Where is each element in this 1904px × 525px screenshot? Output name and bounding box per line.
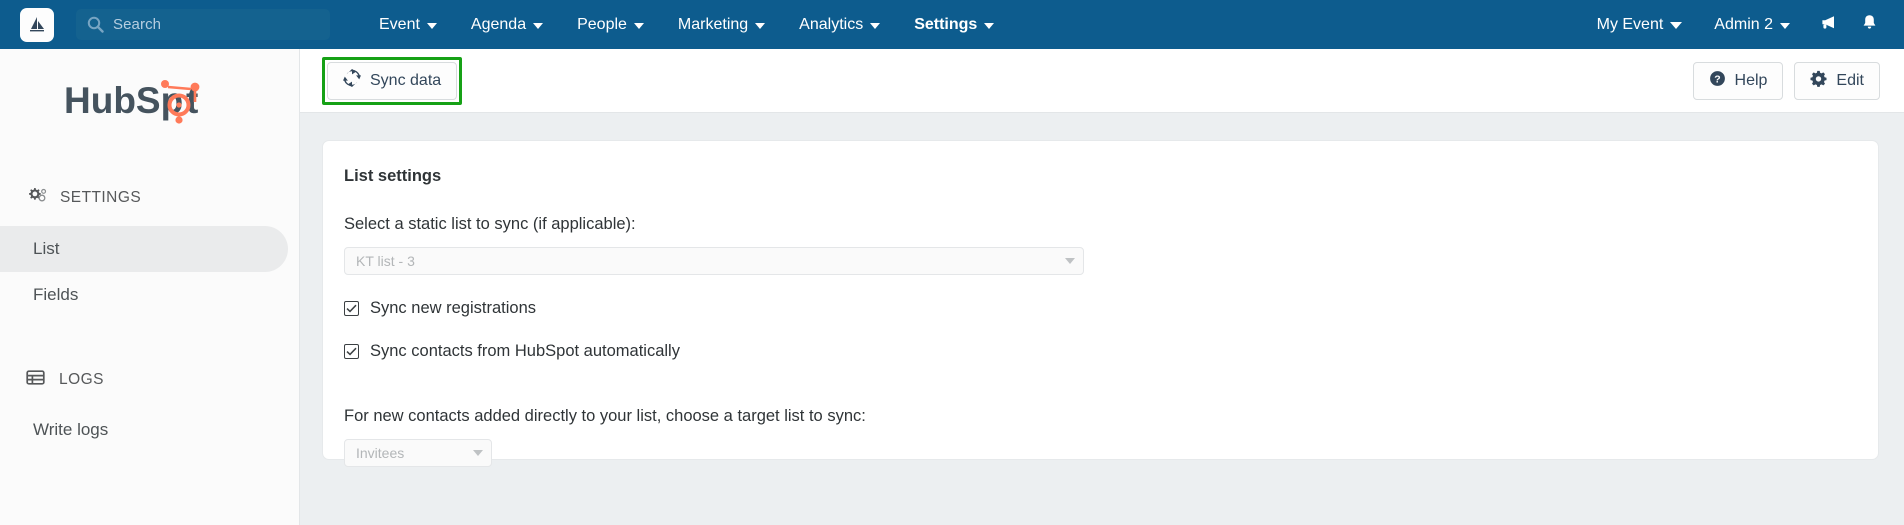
sidebar: HubSp t SETTINGS List Fields LOGS Write … bbox=[0, 49, 300, 525]
question-circle-icon: ? bbox=[1709, 70, 1726, 92]
sync-new-registrations-checkbox[interactable] bbox=[344, 301, 359, 316]
edit-button[interactable]: Edit bbox=[1794, 61, 1880, 100]
hubspot-logo: HubSp t bbox=[64, 80, 299, 131]
main-menu: Event Agenda People Marketing Analytics … bbox=[362, 0, 1011, 49]
event-switcher-menu[interactable]: My Event bbox=[1581, 0, 1699, 49]
bell-icon bbox=[1861, 13, 1878, 36]
static-list-select[interactable]: KT list - 3 bbox=[344, 247, 1084, 275]
nav-item-settings[interactable]: Settings bbox=[897, 0, 1011, 49]
nav-item-event[interactable]: Event bbox=[362, 0, 454, 49]
search-icon bbox=[87, 16, 104, 33]
nav-item-label: Event bbox=[379, 15, 420, 33]
search-input[interactable]: Search bbox=[76, 9, 330, 40]
chevron-down-icon bbox=[984, 22, 995, 29]
sidebar-item-label: List bbox=[33, 239, 60, 258]
toolbar-actions: ? Help Edit bbox=[1692, 61, 1880, 100]
nav-item-marketing[interactable]: Marketing bbox=[661, 0, 782, 49]
chevron-down-icon bbox=[1065, 258, 1075, 264]
check-icon bbox=[346, 299, 357, 318]
sidebar-section-label: LOGS bbox=[59, 371, 104, 388]
gear-icon bbox=[26, 186, 47, 210]
table-icon bbox=[26, 369, 46, 391]
nav-item-agenda[interactable]: Agenda bbox=[454, 0, 560, 49]
static-list-label: Select a static list to sync (if applica… bbox=[344, 215, 636, 233]
help-button[interactable]: ? Help bbox=[1692, 61, 1784, 100]
announcements-button[interactable] bbox=[1806, 0, 1848, 49]
nav-item-label: Settings bbox=[914, 15, 978, 33]
sync-data-button[interactable]: Sync data bbox=[327, 61, 458, 100]
user-account-menu[interactable]: Admin 2 bbox=[1698, 0, 1806, 49]
nav-item-label: People bbox=[577, 15, 627, 33]
sidebar-section-logs: LOGS bbox=[26, 369, 299, 391]
chevron-down-icon bbox=[755, 22, 766, 29]
sync-auto-label: Sync contacts from HubSpot automatically bbox=[370, 342, 680, 360]
app-logo-icon[interactable] bbox=[20, 7, 54, 42]
search-placeholder: Search bbox=[113, 16, 162, 33]
top-navigation-bar: Search Event Agenda People Marketing Ana… bbox=[0, 0, 1904, 49]
chevron-down-icon bbox=[633, 22, 644, 29]
sync-new-registrations-row[interactable]: Sync new registrations bbox=[344, 299, 1878, 318]
event-switcher-label: My Event bbox=[1596, 15, 1664, 33]
card-title: List settings bbox=[344, 167, 442, 185]
sync-data-label: Sync data bbox=[370, 71, 442, 89]
chevron-down-icon bbox=[1670, 22, 1683, 29]
nav-item-label: Marketing bbox=[677, 15, 749, 33]
nav-item-label: Agenda bbox=[470, 15, 527, 33]
sidebar-item-write-logs[interactable]: Write logs bbox=[0, 407, 299, 453]
sync-auto-checkbox[interactable] bbox=[344, 344, 359, 359]
sync-refresh-icon bbox=[343, 69, 361, 92]
chevron-down-icon bbox=[533, 22, 544, 29]
nav-item-people[interactable]: People bbox=[560, 0, 661, 49]
sidebar-section-settings: SETTINGS bbox=[26, 186, 299, 210]
check-icon bbox=[346, 342, 357, 361]
sidebar-item-fields[interactable]: Fields bbox=[0, 272, 299, 318]
sidebar-item-label: Fields bbox=[33, 285, 79, 304]
target-list-value: Invitees bbox=[356, 445, 405, 461]
edit-label: Edit bbox=[1836, 71, 1864, 89]
sync-auto-row[interactable]: Sync contacts from HubSpot automatically bbox=[344, 342, 1878, 361]
chevron-down-icon bbox=[426, 22, 437, 29]
notifications-button[interactable] bbox=[1848, 0, 1890, 49]
help-label: Help bbox=[1734, 71, 1768, 89]
main-content: Sync data ? Help Edit List settings Sele… bbox=[300, 49, 1904, 525]
svg-text:?: ? bbox=[1714, 73, 1720, 85]
chevron-down-icon bbox=[1780, 22, 1790, 29]
target-list-label: For new contacts added directly to your … bbox=[344, 407, 866, 425]
sidebar-section-label: SETTINGS bbox=[60, 189, 142, 206]
sidebar-item-list[interactable]: List bbox=[0, 226, 288, 272]
sync-data-highlight: Sync data bbox=[322, 56, 463, 105]
user-account-label: Admin 2 bbox=[1714, 15, 1773, 33]
target-list-select[interactable]: Invitees bbox=[344, 439, 492, 467]
chevron-down-icon bbox=[473, 450, 483, 456]
chevron-down-icon bbox=[870, 22, 881, 29]
gear-icon bbox=[1810, 70, 1827, 92]
megaphone-icon bbox=[1818, 13, 1837, 37]
content-toolbar: Sync data ? Help Edit bbox=[300, 49, 1904, 113]
sidebar-item-label: Write logs bbox=[33, 420, 109, 439]
sync-new-registrations-label: Sync new registrations bbox=[370, 299, 536, 317]
list-settings-card: List settings Select a static list to sy… bbox=[322, 140, 1879, 467]
nav-item-label: Analytics bbox=[799, 15, 864, 33]
nav-right-group: My Event Admin 2 bbox=[1581, 0, 1904, 49]
static-list-value: KT list - 3 bbox=[356, 253, 415, 269]
nav-item-analytics[interactable]: Analytics bbox=[782, 0, 897, 49]
